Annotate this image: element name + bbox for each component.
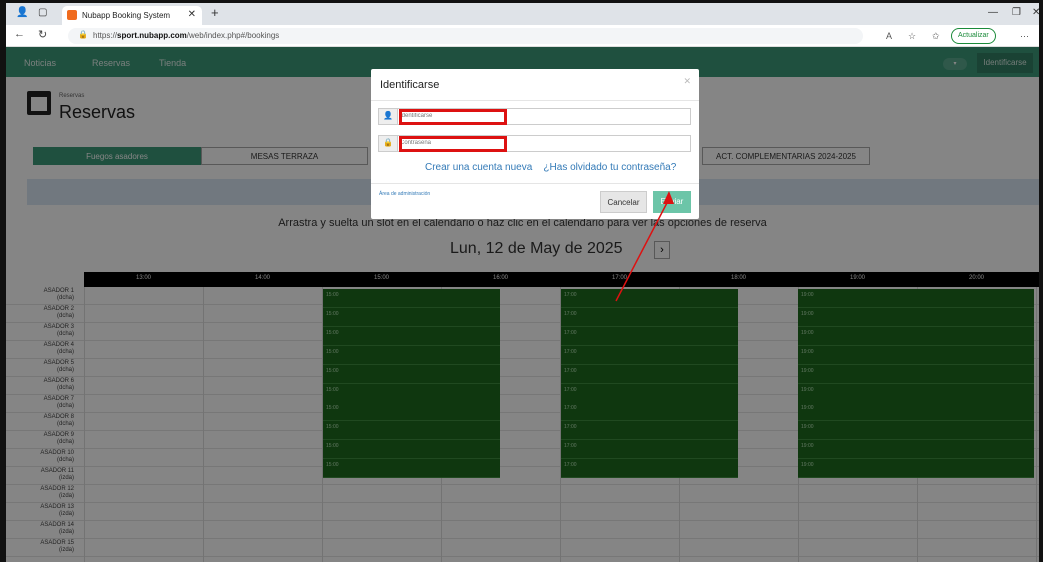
arrow-line bbox=[615, 198, 670, 302]
annotation-arrow bbox=[615, 191, 674, 302]
arrowhead-icon bbox=[663, 191, 674, 204]
